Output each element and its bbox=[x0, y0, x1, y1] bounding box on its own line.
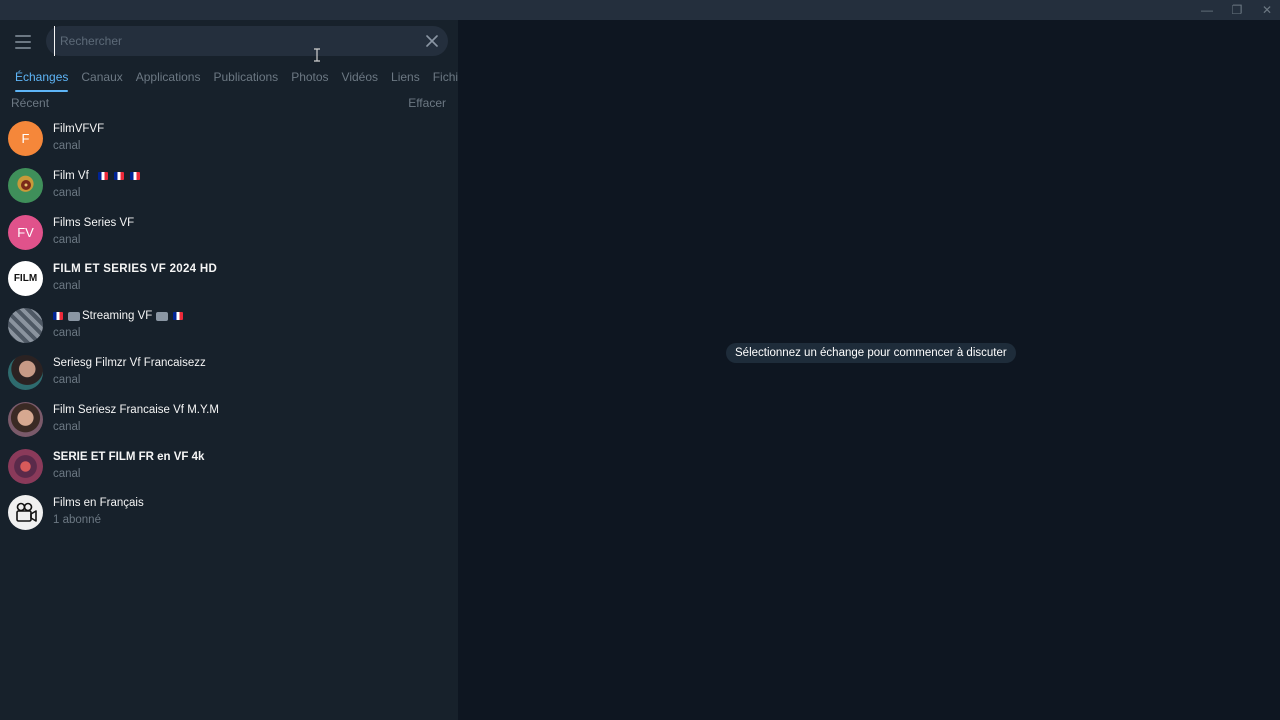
hamburger-icon-bar bbox=[15, 35, 31, 37]
avatar bbox=[8, 354, 43, 390]
french-flag-icon bbox=[113, 171, 124, 180]
list-item[interactable]: SERIE ET FILM FR en VF 4k canal bbox=[0, 444, 458, 491]
tab-echanges[interactable]: Échanges bbox=[15, 64, 69, 92]
item-title: SERIE ET FILM FR en VF 4k bbox=[53, 450, 205, 463]
avatar bbox=[8, 401, 43, 437]
item-subtitle: canal bbox=[53, 140, 81, 152]
tab-fichiers[interactable]: Fichiers bbox=[433, 64, 458, 92]
avatar bbox=[8, 167, 43, 203]
french-flag-icon bbox=[53, 312, 63, 321]
close-icon: ✕ bbox=[1261, 3, 1273, 17]
avatar: F bbox=[8, 121, 43, 156]
list-item[interactable]: Streaming VF canal bbox=[0, 303, 458, 350]
item-subtitle: 1 abonné bbox=[53, 514, 101, 527]
title-bar: — ❐ ✕ bbox=[0, 0, 1280, 20]
camera-icon bbox=[68, 311, 80, 321]
list-item[interactable]: Seriesg Filmzr Vf Francaisezz canal bbox=[0, 350, 458, 397]
item-title: FilmVFVF bbox=[53, 123, 105, 135]
list-item[interactable]: FILM FILM ET SERIES VF 2024 HD canal bbox=[0, 256, 458, 303]
item-title: Seriesg Filmzr Vf Francaisezz bbox=[53, 356, 206, 369]
restore-button[interactable]: ❐ bbox=[1222, 0, 1252, 20]
restore-icon: ❐ bbox=[1231, 3, 1243, 17]
clear-recent-button[interactable]: Effacer bbox=[408, 96, 446, 110]
search-tabs: Échanges Canaux Applications Publication… bbox=[0, 64, 458, 92]
minimize-icon: — bbox=[1201, 3, 1213, 17]
sidebar: Échanges Canaux Applications Publication… bbox=[0, 20, 458, 720]
tab-videos[interactable]: Vidéos bbox=[342, 64, 378, 92]
item-subtitle: canal bbox=[53, 420, 81, 433]
hamburger-icon-bar bbox=[15, 41, 31, 43]
tab-publications[interactable]: Publications bbox=[213, 64, 278, 92]
text-cursor-icon bbox=[314, 48, 320, 62]
empty-chat-hint: Sélectionnez un échange pour commencer à… bbox=[726, 343, 1016, 363]
film-icon bbox=[156, 311, 169, 321]
list-item[interactable]: Film Vf canal bbox=[0, 163, 458, 210]
item-subtitle: canal bbox=[53, 233, 81, 246]
french-flag-icon bbox=[97, 171, 108, 180]
avatar bbox=[8, 448, 43, 484]
tab-liens[interactable]: Liens bbox=[391, 64, 420, 92]
item-title: Films en Français bbox=[53, 497, 144, 510]
item-title: Films Series VF bbox=[53, 216, 135, 229]
recent-header: Récent Effacer bbox=[0, 92, 458, 114]
list-item[interactable]: F FilmVFVF canal bbox=[0, 116, 458, 163]
recent-title: Récent bbox=[11, 96, 50, 110]
list-item[interactable]: FV Films Series VF canal bbox=[0, 210, 458, 257]
search-box bbox=[46, 26, 448, 56]
close-window-button[interactable]: ✕ bbox=[1252, 0, 1280, 20]
avatar bbox=[8, 495, 43, 531]
film-reel-icon bbox=[20, 180, 31, 191]
item-subtitle: canal bbox=[53, 280, 81, 293]
list-item[interactable]: Films en Français 1 abonné bbox=[0, 490, 458, 537]
item-subtitle: canal bbox=[53, 186, 81, 199]
film-logo: FILM bbox=[13, 273, 38, 285]
item-subtitle: canal bbox=[53, 467, 81, 480]
item-subtitle: canal bbox=[53, 327, 81, 340]
avatar: FV bbox=[8, 214, 43, 250]
item-subtitle: canal bbox=[53, 373, 81, 386]
video-camera-icon bbox=[15, 502, 37, 522]
item-title: Streaming VF bbox=[53, 310, 186, 322]
close-icon bbox=[426, 35, 438, 47]
minimize-button[interactable]: — bbox=[1192, 0, 1222, 20]
search-clear-button[interactable] bbox=[422, 31, 442, 51]
search-input[interactable] bbox=[54, 26, 414, 56]
item-title: Film Seriesz Francaise Vf M.Y.M bbox=[53, 403, 219, 416]
list-item[interactable]: Film Seriesz Francaise Vf M.Y.M canal bbox=[0, 397, 458, 444]
french-flag-icon bbox=[173, 312, 184, 321]
avatar: FILM bbox=[8, 261, 43, 297]
hamburger-menu-button[interactable] bbox=[10, 32, 36, 52]
french-flag-icon bbox=[129, 171, 140, 180]
tab-applications[interactable]: Applications bbox=[136, 64, 201, 92]
tab-canaux[interactable]: Canaux bbox=[81, 64, 122, 92]
recent-results-list: F FilmVFVF canal Film Vf canal FV Films bbox=[0, 116, 458, 537]
chat-area: Sélectionnez un échange pour commencer à… bbox=[458, 20, 1280, 720]
avatar bbox=[8, 308, 43, 344]
hamburger-icon-bar bbox=[15, 47, 31, 49]
tab-photos[interactable]: Photos bbox=[291, 64, 328, 92]
item-title: FILM ET SERIES VF 2024 HD bbox=[53, 263, 218, 276]
item-title: Film Vf bbox=[53, 170, 143, 182]
